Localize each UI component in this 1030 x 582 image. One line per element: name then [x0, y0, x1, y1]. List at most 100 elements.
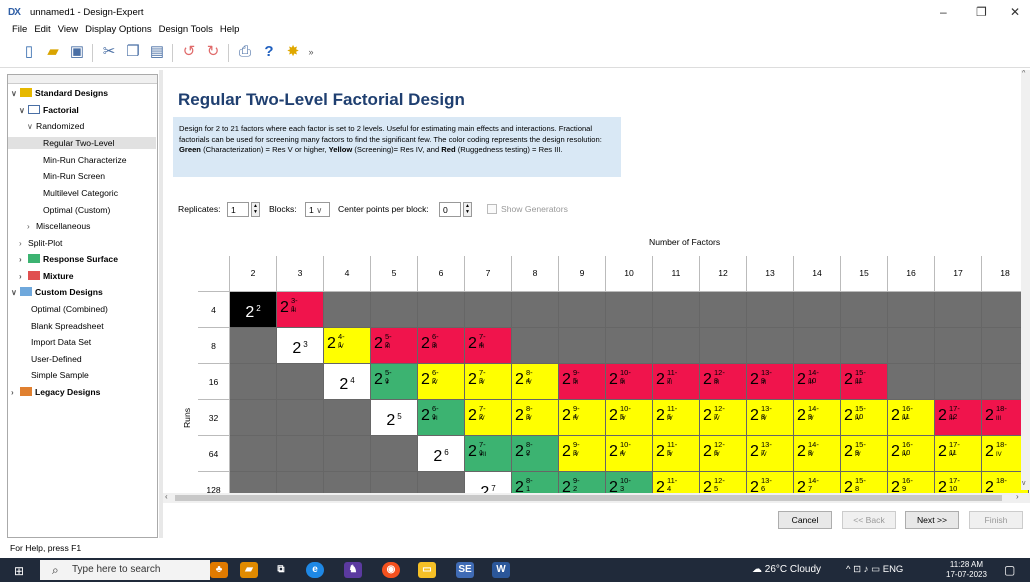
design-cell[interactable]: 2 14-8 IV: [794, 436, 841, 472]
design-cell[interactable]: 2 12-6 IV: [700, 436, 747, 472]
design-cell[interactable]: 2 17-11 IV: [935, 436, 982, 472]
center-points-input[interactable]: 0: [439, 202, 461, 217]
center-points-spinner[interactable]: ▲ ▼: [463, 202, 472, 217]
design-cell[interactable]: 2 8-3 IV: [512, 400, 559, 436]
design-cell[interactable]: 2 12-7 IV: [700, 400, 747, 436]
tree-optimal-custom[interactable]: Optimal (Custom): [43, 204, 110, 216]
task-view-icon[interactable]: ⧉: [272, 562, 290, 578]
horizontal-scroll-thumb[interactable]: [175, 495, 1002, 501]
new-icon[interactable]: ▯: [20, 42, 38, 62]
replicates-spinner[interactable]: ▲ ▼: [251, 202, 260, 217]
back-button[interactable]: << Back: [842, 511, 896, 529]
design-cell[interactable]: 2 11-5 IV: [653, 436, 700, 472]
tree-optimal-combined[interactable]: Optimal (Combined): [31, 303, 108, 315]
tree-user-defined[interactable]: User-Defined: [31, 353, 82, 365]
menu-help[interactable]: Help: [220, 24, 240, 38]
design-cell[interactable]: 2 10-3: [606, 472, 653, 493]
tree-miscellaneous[interactable]: › Miscellaneous: [27, 220, 90, 233]
design-cell[interactable]: 22: [230, 292, 277, 328]
people-app-icon[interactable]: ♣: [210, 562, 228, 578]
design-cell[interactable]: 2 17-10: [935, 472, 982, 493]
restore-button[interactable]: ❐: [976, 5, 987, 19]
edge-browser-icon[interactable]: e: [306, 562, 324, 578]
design-cell[interactable]: 2 15-9 IV: [841, 436, 888, 472]
copy-icon[interactable]: ❐: [124, 42, 142, 62]
tree-standard-designs[interactable]: ∨ Standard Designs: [11, 87, 108, 100]
show-generators-checkbox[interactable]: [487, 204, 497, 214]
tree-import-data-set[interactable]: Import Data Set: [31, 336, 91, 348]
cut-icon[interactable]: ✂: [100, 42, 118, 62]
design-cell[interactable]: 2 6-1 VI: [418, 400, 465, 436]
scroll-right-icon[interactable]: ›: [1016, 492, 1019, 501]
scroll-down-icon[interactable]: v: [1022, 480, 1026, 487]
design-cell[interactable]: 2 14-7: [794, 472, 841, 493]
design-cell[interactable]: 2 12-5: [700, 472, 747, 493]
tree-custom-designs[interactable]: ∨ Custom Designs: [11, 286, 103, 299]
design-cell[interactable]: 2 14-9 IV: [794, 400, 841, 436]
design-cell[interactable]: 24: [324, 364, 371, 400]
tree-legacy-designs[interactable]: › Legacy Designs: [11, 386, 100, 399]
minimize-button[interactable]: –: [940, 5, 947, 19]
chevron-down-icon[interactable]: ∨: [11, 88, 20, 100]
design-cell[interactable]: 2 14-10 III: [794, 364, 841, 400]
design-cell[interactable]: 2 7-4 III: [465, 328, 512, 364]
chevron-down-icon[interactable]: ∨: [27, 121, 36, 133]
design-cell[interactable]: 2 7-3 IV: [465, 364, 512, 400]
chevron-right-icon[interactable]: ›: [27, 221, 36, 233]
menu-file[interactable]: File: [12, 24, 27, 38]
design-cell[interactable]: 2 9-2: [559, 472, 606, 493]
design-cell[interactable]: 25: [371, 400, 418, 436]
menu-view[interactable]: View: [58, 24, 78, 38]
undo-icon[interactable]: ↺: [180, 42, 198, 62]
paste-icon[interactable]: ▤: [148, 42, 166, 62]
chevron-right-icon[interactable]: ›: [19, 254, 28, 266]
design-cell[interactable]: 2 6-2 IV: [418, 364, 465, 400]
tree-multilevel-categoric[interactable]: Multilevel Categoric: [43, 187, 118, 199]
design-cell[interactable]: 27: [465, 472, 512, 493]
open-icon[interactable]: ▰: [44, 42, 62, 62]
tree-mixture[interactable]: › Mixture: [19, 270, 74, 283]
taskbar-search-box[interactable]: ⌕ Type here to search: [40, 560, 210, 580]
vertical-scrollbar[interactable]: ^ v: [1021, 70, 1030, 490]
design-cell[interactable]: 2 13-7 IV: [747, 436, 794, 472]
tree-blank-spreadsheet[interactable]: Blank Spreadsheet: [31, 320, 104, 332]
design-cell[interactable]: 2 8-2 V: [512, 436, 559, 472]
design-cell[interactable]: 2 16-9: [888, 472, 935, 493]
scroll-left-icon[interactable]: ‹: [165, 492, 168, 501]
menu-edit[interactable]: Edit: [34, 24, 50, 38]
design-cell[interactable]: 2 13-9 III: [747, 364, 794, 400]
replicates-input[interactable]: 1: [227, 202, 249, 217]
design-cell[interactable]: 2 11-6 IV: [653, 400, 700, 436]
design-cell[interactable]: 2 8-1: [512, 472, 559, 493]
system-tray[interactable]: ^ ⊡ ♪ ▭ ENG: [846, 564, 903, 575]
word-app-icon[interactable]: W: [492, 562, 510, 578]
close-button[interactable]: ✕: [1010, 5, 1020, 19]
design-cell[interactable]: 2 10-5 IV: [606, 400, 653, 436]
blocks-select[interactable]: 1 ∨: [305, 202, 330, 217]
design-cell[interactable]: 2 8-4 IV: [512, 364, 559, 400]
design-cell[interactable]: 2 4-1 IV: [324, 328, 371, 364]
tip-icon[interactable]: ✸: [284, 42, 302, 62]
save-icon[interactable]: ▣: [68, 42, 86, 62]
tree-simple-sample[interactable]: Simple Sample: [31, 369, 89, 381]
taskbar-clock[interactable]: 11:28 AM 17-07-2023: [946, 560, 987, 580]
design-cell[interactable]: 2 9-3 IV: [559, 436, 606, 472]
design-cell[interactable]: 2 9-4 IV: [559, 400, 606, 436]
design-expert-taskbar-icon[interactable]: SE: [456, 562, 474, 578]
tree-min-run-characterize[interactable]: Min-Run Characterize: [43, 154, 127, 166]
design-cell[interactable]: 2 10-4 IV: [606, 436, 653, 472]
cancel-button[interactable]: Cancel: [778, 511, 832, 529]
design-cell[interactable]: 23: [277, 328, 324, 364]
design-cell[interactable]: 2 11-4: [653, 472, 700, 493]
design-cell[interactable]: 2 10-6 III: [606, 364, 653, 400]
windows-start-icon[interactable]: ⊞: [14, 564, 24, 578]
design-app-icon[interactable]: ♞: [344, 562, 362, 578]
design-cell[interactable]: 2 13-8 IV: [747, 400, 794, 436]
design-cell[interactable]: 2 12-8 III: [700, 364, 747, 400]
tree-regular-two-level[interactable]: Regular Two-Level: [8, 137, 156, 149]
scroll-up-icon[interactable]: ^: [1022, 70, 1025, 77]
tree-min-run-screen[interactable]: Min-Run Screen: [43, 170, 105, 182]
horizontal-scrollbar[interactable]: ‹ ›: [163, 492, 1030, 503]
next-button[interactable]: Next >>: [905, 511, 959, 529]
finish-button[interactable]: Finish: [969, 511, 1023, 529]
